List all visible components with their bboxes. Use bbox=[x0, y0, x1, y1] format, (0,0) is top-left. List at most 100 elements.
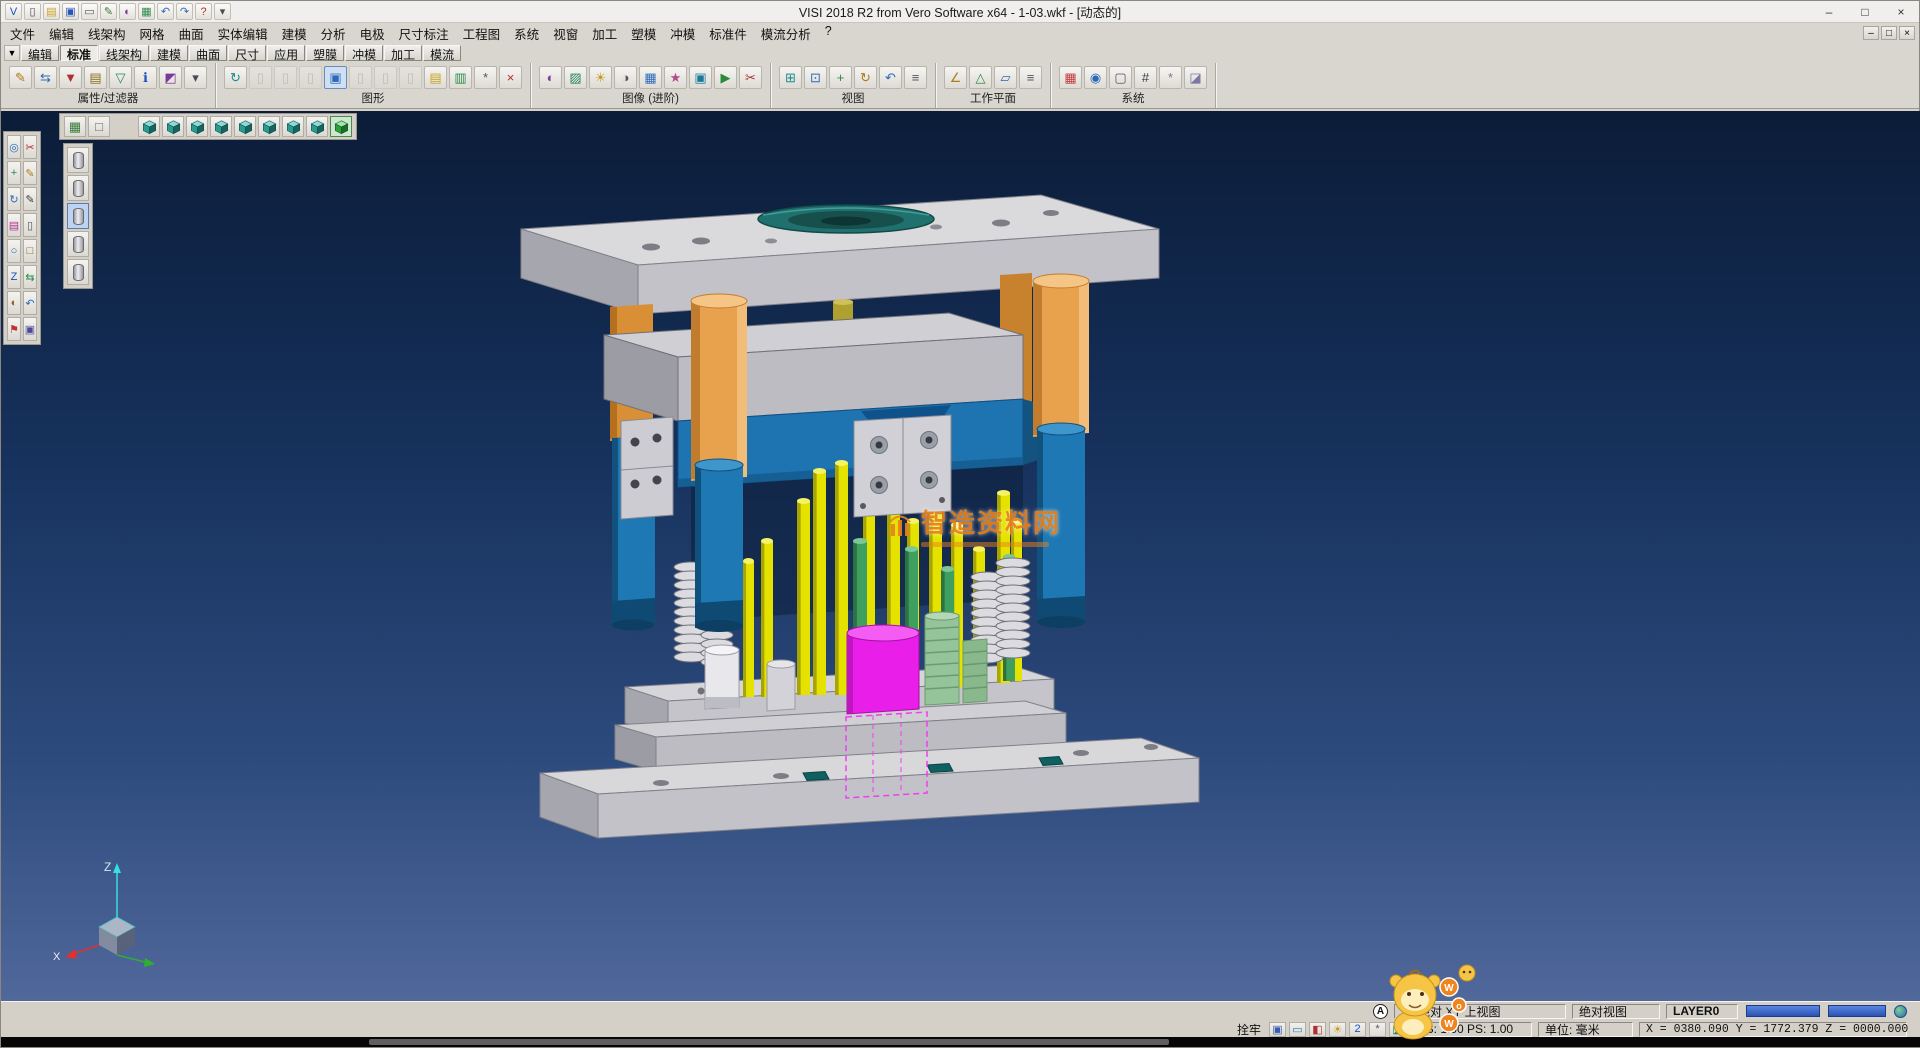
redo-icon[interactable]: ↷ bbox=[176, 3, 193, 20]
menu-item-电极[interactable]: 电极 bbox=[353, 23, 392, 44]
menu-item-网格[interactable]: 网格 bbox=[133, 23, 172, 44]
menu-item-分析[interactable]: 分析 bbox=[314, 23, 353, 44]
profile-e-icon[interactable]: ▯ bbox=[374, 66, 397, 89]
menu-item-模流分析[interactable]: 模流分析 bbox=[754, 23, 818, 44]
profile-f-icon[interactable]: ▯ bbox=[399, 66, 422, 89]
zoom-extents-icon[interactable]: ⊞ bbox=[779, 66, 802, 89]
plot-icon[interactable]: ✎ bbox=[100, 3, 117, 20]
shadow-mode-icon[interactable]: ◑ bbox=[614, 66, 637, 89]
restore-button[interactable]: □ bbox=[1847, 1, 1883, 22]
grid-display-icon[interactable]: ▦ bbox=[64, 116, 86, 137]
graphics-library-icon[interactable]: ▤ bbox=[424, 66, 447, 89]
tab-dropdown-button[interactable]: ▼ bbox=[4, 45, 20, 61]
circle-entity-icon[interactable]: ○ bbox=[7, 239, 21, 263]
trim-icon[interactable]: ✂ bbox=[23, 135, 37, 159]
visi-logo-icon[interactable]: V bbox=[5, 3, 22, 20]
quick-access-dropdown-icon[interactable]: ▾ bbox=[214, 3, 231, 20]
snapshot-icon[interactable]: ▣ bbox=[689, 66, 712, 89]
texture-map-icon[interactable]: ▨ bbox=[564, 66, 587, 89]
save-file-icon[interactable]: ▣ bbox=[62, 3, 79, 20]
profile-c-icon[interactable]: ▯ bbox=[299, 66, 322, 89]
mirror-icon[interactable]: ⇆ bbox=[23, 265, 37, 289]
mdi-minimize-button[interactable]: – bbox=[1863, 26, 1879, 40]
quick-select-icon[interactable]: ◩ bbox=[159, 66, 182, 89]
tab-标准[interactable]: 标准 bbox=[60, 45, 98, 61]
tab-曲面[interactable]: 曲面 bbox=[189, 45, 227, 61]
workplane-manager-icon[interactable]: ≡ bbox=[1019, 66, 1042, 89]
tab-尺寸[interactable]: 尺寸 bbox=[228, 45, 266, 61]
tab-应用[interactable]: 应用 bbox=[267, 45, 305, 61]
status-screen-icon[interactable]: ▭ bbox=[1289, 1022, 1306, 1037]
solid-display-2-icon[interactable] bbox=[67, 175, 89, 201]
filter-type-icon[interactable]: ▽ bbox=[109, 66, 132, 89]
graphics-delete-icon[interactable]: × bbox=[499, 66, 522, 89]
magenta-insert[interactable] bbox=[847, 625, 919, 714]
shade-mode-icon[interactable]: ▣ bbox=[324, 66, 347, 89]
mdi-close-button[interactable]: × bbox=[1899, 26, 1915, 40]
solid-display-4-icon[interactable] bbox=[67, 231, 89, 257]
lighting-icon[interactable]: ☀ bbox=[589, 66, 612, 89]
solid-display-3-icon[interactable] bbox=[67, 203, 89, 229]
clamp-block-left[interactable] bbox=[621, 417, 673, 519]
view-manager-icon[interactable]: ≡ bbox=[904, 66, 927, 89]
regen-graphics-icon[interactable]: ↻ bbox=[224, 66, 247, 89]
tab-线架构[interactable]: 线架构 bbox=[99, 45, 149, 61]
system-panel-icon[interactable]: ▢ bbox=[1109, 66, 1132, 89]
solid-display-1-icon[interactable] bbox=[67, 147, 89, 173]
view-back-icon[interactable] bbox=[258, 116, 280, 137]
undo-icon[interactable]: ↶ bbox=[157, 3, 174, 20]
new-file-icon[interactable]: ▯ bbox=[24, 3, 41, 20]
background-image-icon[interactable]: ▦ bbox=[639, 66, 662, 89]
tab-冲模[interactable]: 冲模 bbox=[345, 45, 383, 61]
close-button[interactable]: × bbox=[1883, 1, 1919, 22]
blank-view-icon[interactable]: □ bbox=[88, 116, 110, 137]
workplane-standard-icon[interactable]: ∠ bbox=[944, 66, 967, 89]
profile-view-icon[interactable]: ◐ bbox=[7, 291, 21, 315]
layer-panel[interactable]: LAYER0 bbox=[1666, 1004, 1738, 1019]
status-lock-icon[interactable]: ▣ bbox=[1269, 1022, 1286, 1037]
view-left-icon[interactable] bbox=[234, 116, 256, 137]
menu-item-?[interactable]: ? bbox=[818, 23, 839, 44]
view-dynamic-icon[interactable] bbox=[330, 116, 352, 137]
view-bottom-icon[interactable] bbox=[282, 116, 304, 137]
guide-pillar-right[interactable] bbox=[1033, 274, 1089, 628]
graphics-settings-icon[interactable]: * bbox=[474, 66, 497, 89]
zoom-window-icon[interactable]: ⊡ bbox=[804, 66, 827, 89]
solid-display-5-icon[interactable] bbox=[67, 259, 89, 285]
lock-label[interactable]: 拴牢 bbox=[1237, 1021, 1261, 1038]
menu-item-尺寸标注[interactable]: 尺寸标注 bbox=[392, 23, 456, 44]
minimize-button[interactable]: – bbox=[1811, 1, 1847, 22]
profile-d-icon[interactable]: ▯ bbox=[349, 66, 372, 89]
menu-item-标准件[interactable]: 标准件 bbox=[702, 23, 754, 44]
mdi-restore-button[interactable]: □ bbox=[1881, 26, 1897, 40]
workplane-face-icon[interactable]: ▱ bbox=[994, 66, 1017, 89]
menu-item-建模[interactable]: 建模 bbox=[275, 23, 314, 44]
view-axonometric-icon[interactable] bbox=[306, 116, 328, 137]
world-settings-icon[interactable]: ◉ bbox=[1084, 66, 1107, 89]
print-icon[interactable]: ▭ bbox=[81, 3, 98, 20]
menu-item-编辑[interactable]: 编辑 bbox=[42, 23, 81, 44]
status-light-icon[interactable]: ☀ bbox=[1329, 1022, 1346, 1037]
sheet-icon[interactable]: ▯ bbox=[23, 213, 37, 237]
box-entity-icon[interactable]: □ bbox=[23, 239, 37, 263]
dynamic-pan-icon[interactable]: + bbox=[829, 66, 852, 89]
selection-options-icon[interactable]: ▾ bbox=[184, 66, 207, 89]
menu-item-加工[interactable]: 加工 bbox=[585, 23, 624, 44]
filter-color-icon[interactable]: ▼ bbox=[59, 66, 82, 89]
element-info-icon[interactable]: ℹ bbox=[134, 66, 157, 89]
color-settings-icon[interactable]: ▦ bbox=[1059, 66, 1082, 89]
animation-icon[interactable]: ▶ bbox=[714, 66, 737, 89]
3d-model-canvas[interactable]: Z X bbox=[1, 111, 1920, 1003]
zoom-select-icon[interactable]: ◎ bbox=[7, 135, 21, 159]
open-file-icon[interactable]: ▤ bbox=[43, 3, 60, 20]
profile-b-icon[interactable]: ▯ bbox=[274, 66, 297, 89]
undo-op-icon[interactable]: ↶ bbox=[23, 291, 37, 315]
menu-item-线架构[interactable]: 线架构 bbox=[81, 23, 133, 44]
database-view-icon[interactable]: ◪ bbox=[1184, 66, 1207, 89]
color-palette-icon[interactable]: ▤ bbox=[7, 213, 21, 237]
view-right-icon[interactable] bbox=[210, 116, 232, 137]
menu-item-实体编辑[interactable]: 实体编辑 bbox=[211, 23, 275, 44]
tab-编辑[interactable]: 编辑 bbox=[21, 45, 59, 61]
capture-icon[interactable]: ◐ bbox=[119, 3, 136, 20]
z-depth-icon[interactable]: Z bbox=[7, 265, 21, 289]
